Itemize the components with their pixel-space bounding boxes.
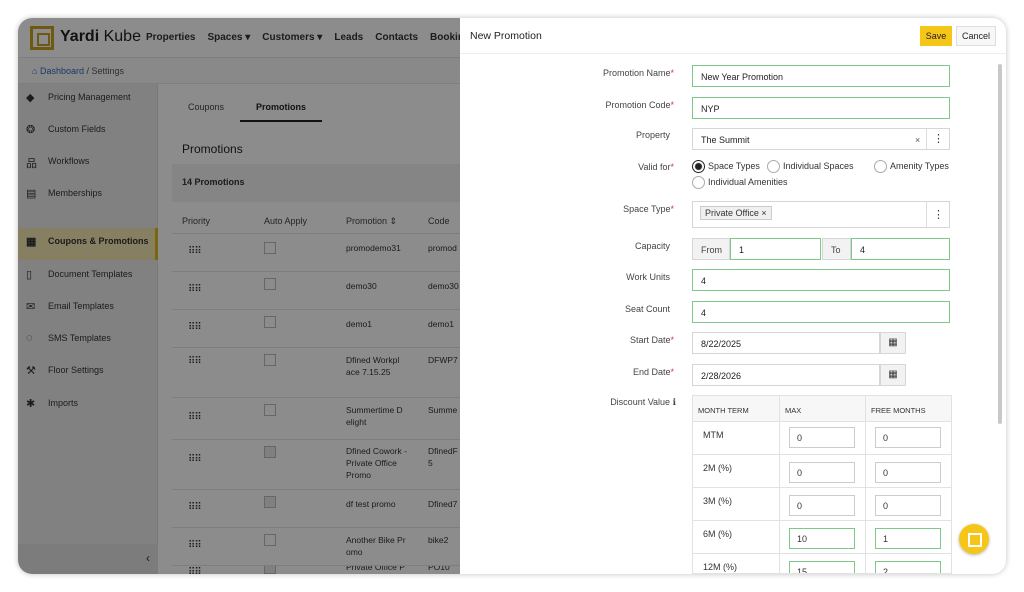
discount-row: MTM 0 0 [693, 422, 951, 455]
discount-row: 12M (%) 15 2 [693, 554, 951, 573]
required-mark: * [670, 335, 674, 345]
month-term: 12M (%) [703, 562, 738, 572]
required-mark: * [670, 100, 674, 110]
promotion-name-label: Promotion Name* [603, 68, 674, 78]
cancel-button[interactable]: Cancel [956, 26, 996, 46]
app-window: Yardi Kube Properties Spaces ▾ Customers… [18, 18, 1006, 574]
valid-for-label: Valid for* [638, 162, 674, 172]
label-text: Discount Value [610, 397, 671, 407]
free-months-input[interactable]: 0 [875, 427, 941, 448]
max-input[interactable]: 0 [789, 462, 855, 483]
seat-count-label: Seat Count [624, 304, 670, 314]
space-type-label: Space Type* [623, 204, 674, 214]
required-mark: * [670, 367, 674, 377]
info-icon[interactable]: ℹ [673, 397, 676, 407]
label-text: Space Type [623, 204, 671, 214]
calendar-icon[interactable]: ▦ [880, 364, 906, 386]
space-type-options-icon[interactable]: ⋮ [926, 202, 950, 227]
calendar-icon[interactable]: ▦ [880, 332, 906, 354]
start-date-input[interactable]: 8/22/2025 [692, 332, 880, 354]
space-type-chip[interactable]: Private Office × [700, 206, 772, 220]
property-label: Property [635, 130, 670, 140]
label-text: End Date [632, 367, 671, 377]
column-max: MAX [785, 406, 802, 415]
required-mark: * [670, 162, 674, 172]
month-term: MTM [703, 430, 724, 440]
column-free-months: FREE MONTHS [871, 406, 926, 415]
discount-row: 6M (%) 10 1 [693, 521, 951, 554]
label-text: Valid for [638, 162, 671, 172]
panel-header: New Promotion Save Cancel [460, 18, 1006, 54]
panel-title: New Promotion [470, 30, 542, 42]
max-input[interactable]: 15 [789, 561, 855, 573]
free-months-input[interactable]: 0 [875, 462, 941, 483]
required-mark: * [670, 68, 674, 78]
discount-row: 2M (%) 0 0 [693, 455, 951, 488]
seat-count-input[interactable]: 4 [692, 301, 950, 323]
month-term: 6M (%) [703, 529, 732, 539]
capacity-label: Capacity [634, 241, 670, 251]
capacity-from-input[interactable]: 1 [730, 238, 821, 260]
modal-backdrop[interactable] [18, 18, 460, 574]
max-input[interactable]: 10 [789, 528, 855, 549]
radio-amenity-types[interactable]: Amenity Types [874, 160, 949, 173]
discount-row: 3M (%) 0 0 [693, 488, 951, 521]
required-mark: * [670, 204, 674, 214]
discount-table-header: MONTH TERM MAX FREE MONTHS [693, 396, 951, 422]
start-date-label: Start Date* [630, 335, 674, 345]
discount-table: MONTH TERM MAX FREE MONTHS MTM 0 0 2M (%… [692, 395, 952, 574]
clear-icon[interactable]: × [915, 135, 920, 145]
work-units-input[interactable]: 4 [692, 269, 950, 291]
label-text: Promotion Name [602, 68, 671, 78]
new-promotion-panel: New Promotion Save Cancel Promotion Name… [460, 18, 1006, 574]
end-date-label: End Date* [633, 367, 674, 377]
max-input[interactable]: 0 [789, 427, 855, 448]
radio-space-types[interactable]: Space Types [692, 160, 760, 173]
capacity-to-input[interactable]: 4 [851, 238, 950, 260]
work-units-label: Work Units [626, 272, 670, 282]
label-text: Start Date [629, 335, 671, 345]
label-text: Promotion Code [605, 100, 671, 110]
yardi-assistant-button[interactable] [959, 524, 989, 554]
month-term: 2M (%) [703, 463, 732, 473]
max-input[interactable]: 0 [789, 495, 855, 516]
end-date-input[interactable]: 2/28/2026 [692, 364, 880, 386]
free-months-input[interactable]: 0 [875, 495, 941, 516]
radio-individual-spaces[interactable]: Individual Spaces [767, 160, 854, 173]
property-select[interactable]: The Summit [692, 128, 950, 150]
radio-individual-amenities[interactable]: Individual Amenities [692, 176, 788, 189]
capacity-to-label: To [822, 238, 851, 260]
property-value: The Summit [701, 135, 750, 145]
free-months-input[interactable]: 2 [875, 561, 941, 573]
capacity-from-label: From [692, 238, 730, 260]
discount-value-label: Discount Value ℹ [610, 397, 676, 408]
promotion-code-label: Promotion Code* [605, 100, 674, 110]
save-button[interactable]: Save [920, 26, 952, 46]
property-options-icon[interactable]: ⋮ [926, 129, 950, 149]
free-months-input[interactable]: 1 [875, 528, 941, 549]
promotion-name-input[interactable]: New Year Promotion [692, 65, 950, 87]
month-term: 3M (%) [703, 496, 732, 506]
panel-scrollbar[interactable] [998, 64, 1002, 424]
promotion-code-input[interactable]: NYP [692, 97, 950, 119]
column-month-term: MONTH TERM [698, 406, 749, 415]
